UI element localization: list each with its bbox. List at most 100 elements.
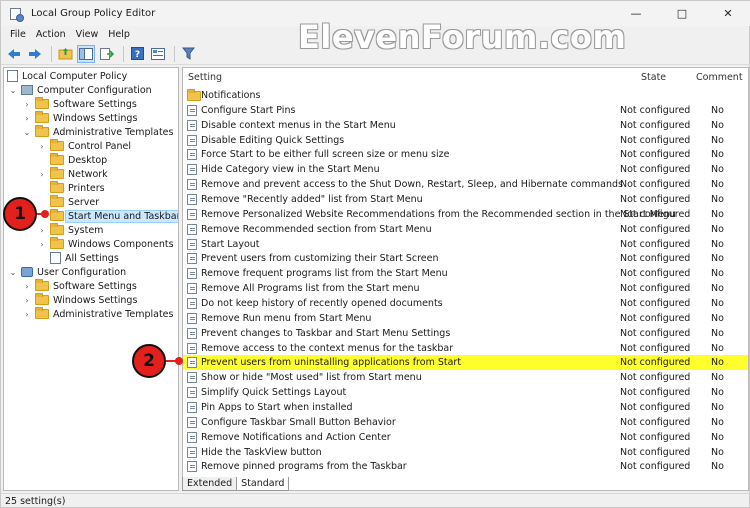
column-header-state[interactable]: State: [641, 72, 666, 83]
tree-item-all-settings[interactable]: All Settings: [50, 251, 119, 265]
setting-comment: No: [711, 268, 724, 280]
tree-item-start-menu-and-taskbar[interactable]: Start Menu and Taskbar: [50, 209, 178, 223]
tree-item-software-settings[interactable]: › Software Settings: [22, 97, 137, 111]
setting-row[interactable]: Remove Notifications and Action Center No…: [183, 430, 748, 445]
setting-state: Not configured: [620, 297, 691, 309]
menu-help[interactable]: Help: [103, 29, 135, 40]
policy-setting-icon: [187, 431, 197, 443]
setting-row[interactable]: Disable Editing Quick Settings Not config…: [183, 133, 748, 148]
setting-name: Remove Run menu from Start Menu: [201, 312, 372, 324]
chevron-right-icon[interactable]: ›: [22, 114, 32, 123]
policy-setting-icon: [187, 194, 197, 206]
tree-item-computer-configuration[interactable]: ⌄ Computer Configuration: [8, 83, 152, 97]
tree-item-network[interactable]: › Network: [37, 167, 108, 181]
setting-row[interactable]: Remove access to the context menus for t…: [183, 341, 748, 356]
tree-item-user-configuration[interactable]: ⌄ User Configuration: [8, 265, 126, 279]
setting-row[interactable]: Hide the TaskView button Not configured No: [183, 445, 748, 460]
tab-extended[interactable]: Extended: [182, 477, 238, 491]
setting-row[interactable]: Remove and prevent access to the Shut Do…: [183, 177, 748, 192]
setting-row[interactable]: Prevent users from uninstalling applicat…: [183, 355, 748, 371]
setting-row[interactable]: Remove pinned programs from the Taskbar N…: [183, 459, 748, 474]
tree-item-label: Administrative Templates: [53, 126, 174, 138]
setting-state: Not configured: [620, 119, 691, 131]
setting-row[interactable]: Force Start to be either full screen siz…: [183, 147, 748, 162]
column-header-setting[interactable]: Setting: [188, 72, 222, 83]
setting-row[interactable]: Pin Apps to Start when installed Not conf…: [183, 400, 748, 415]
setting-comment: No: [711, 149, 724, 161]
tree-item-system[interactable]: › System: [37, 223, 103, 237]
setting-row[interactable]: Remove "Recently added" list from Start …: [183, 192, 748, 207]
settings-list-icon: [50, 252, 61, 264]
show-hide-tree-icon[interactable]: [77, 44, 95, 63]
toolbar-separator: [174, 45, 175, 62]
setting-state: Not configured: [620, 268, 691, 280]
setting-row[interactable]: Configure Start Pins Not configured No: [183, 103, 748, 118]
policy-setting-icon: [187, 208, 197, 220]
column-header-comment[interactable]: Comment: [696, 72, 743, 83]
chevron-down-icon[interactable]: ⌄: [22, 128, 32, 137]
back-arrow-icon[interactable]: [5, 45, 23, 63]
folder-up-icon[interactable]: [56, 45, 74, 63]
setting-row[interactable]: Start Layout Not configured No: [183, 237, 748, 252]
chevron-down-icon[interactable]: ⌄: [8, 86, 18, 95]
tree-item-user-administrative-templates[interactable]: › Administrative Templates: [22, 307, 173, 321]
setting-row[interactable]: Show or hide "Most used" list from Start…: [183, 370, 748, 385]
chevron-right-icon[interactable]: ›: [37, 170, 47, 179]
tree-item-server[interactable]: Server: [50, 195, 99, 209]
tree-item-desktop[interactable]: Desktop: [50, 153, 107, 167]
folder-icon: [35, 293, 49, 305]
setting-row[interactable]: Remove Run menu from Start Menu Not confi…: [183, 311, 748, 326]
tab-standard[interactable]: Standard: [236, 477, 290, 491]
user-icon: [21, 267, 33, 277]
setting-row[interactable]: Hide Category view in the Start Menu Not …: [183, 162, 748, 177]
chevron-right-icon[interactable]: ›: [37, 240, 47, 249]
tree-item-windows-components[interactable]: › Windows Components: [37, 237, 174, 251]
export-list-icon[interactable]: [98, 45, 116, 63]
tree-item-user-windows-settings[interactable]: › Windows Settings: [22, 293, 137, 307]
setting-comment: No: [711, 431, 724, 443]
tree-item-user-software-settings[interactable]: › Software Settings: [22, 279, 137, 293]
maximize-button[interactable]: □: [659, 1, 705, 26]
setting-state: Not configured: [620, 312, 691, 324]
close-button[interactable]: ✕: [705, 1, 750, 26]
setting-row[interactable]: Remove Recommended section from Start Me…: [183, 222, 748, 237]
tree-item-control-panel[interactable]: › Control Panel: [37, 139, 131, 153]
chevron-right-icon[interactable]: ›: [22, 282, 32, 291]
setting-row[interactable]: Remove Personalized Website Recommendati…: [183, 207, 748, 222]
forward-arrow-icon[interactable]: [26, 45, 44, 63]
tree-item-windows-settings[interactable]: › Windows Settings: [22, 111, 137, 125]
tree-item-printers[interactable]: Printers: [50, 181, 105, 195]
properties-icon[interactable]: [149, 45, 167, 63]
chevron-right-icon[interactable]: ›: [22, 296, 32, 305]
chevron-down-icon[interactable]: ⌄: [8, 268, 18, 277]
menu-view[interactable]: View: [71, 29, 104, 40]
setting-row[interactable]: Remove frequent programs list from the S…: [183, 266, 748, 281]
settings-list-pane[interactable]: Setting State Comment Notifications Conf…: [182, 67, 749, 491]
setting-row[interactable]: Disable context menus in the Start Menu N…: [183, 118, 748, 133]
setting-name: Configure Start Pins: [201, 104, 296, 116]
chevron-right-icon[interactable]: ›: [22, 310, 32, 319]
chevron-right-icon[interactable]: ›: [37, 226, 47, 235]
tree-item-label: Computer Configuration: [37, 84, 152, 96]
help-icon[interactable]: ?: [128, 45, 146, 63]
folder-icon: [35, 125, 49, 137]
setting-row[interactable]: Configure Taskbar Small Button Behavior N…: [183, 415, 748, 430]
setting-name: Prevent users from customizing their Sta…: [201, 253, 439, 265]
setting-row[interactable]: Prevent changes to Taskbar and Start Men…: [183, 326, 748, 341]
chevron-right-icon[interactable]: ›: [37, 142, 47, 151]
folder-row-notifications[interactable]: Notifications: [183, 88, 748, 103]
tree-pane[interactable]: Local Computer Policy ⌄ Computer Configu…: [3, 67, 179, 491]
setting-row[interactable]: Do not keep history of recently opened d…: [183, 296, 748, 311]
chevron-right-icon[interactable]: ›: [22, 100, 32, 109]
setting-name: Hide the TaskView button: [201, 446, 322, 458]
tree-item-local-computer-policy[interactable]: Local Computer Policy: [7, 69, 127, 83]
tree-item-administrative-templates[interactable]: ⌄ Administrative Templates: [22, 125, 173, 139]
tree-item-label: Local Computer Policy: [22, 70, 128, 82]
setting-row[interactable]: Simplify Quick Settings Layout Not config…: [183, 385, 748, 400]
filter-icon[interactable]: [179, 45, 197, 63]
setting-row[interactable]: Prevent users from customizing their Sta…: [183, 251, 748, 266]
setting-comment: No: [711, 179, 724, 191]
setting-row[interactable]: Remove All Programs list from the Start …: [183, 281, 748, 296]
menu-action[interactable]: Action: [31, 29, 71, 40]
menu-file[interactable]: File: [5, 29, 31, 40]
